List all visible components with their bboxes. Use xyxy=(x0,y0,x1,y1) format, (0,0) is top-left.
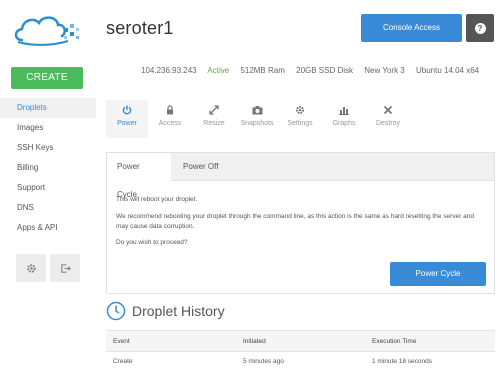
ip-address: 104.236.93.243 xyxy=(141,66,197,75)
gear-icon xyxy=(26,263,36,273)
tab-power-cycle[interactable]: Power Cycle xyxy=(107,153,171,199)
sidebar-item-billing[interactable]: Billing xyxy=(0,158,96,178)
tab-resize-label: Resize xyxy=(203,120,225,127)
power-panel-body: This will reboot your droplet. We recomm… xyxy=(107,181,494,269)
gear-icon xyxy=(296,106,304,114)
tab-graphs[interactable]: Graphs xyxy=(324,100,364,138)
column-header-event: Event xyxy=(113,338,130,345)
table-cell-execution-time: 1 minute 18 seconds xyxy=(372,358,432,365)
tab-power-label: Power xyxy=(117,120,137,127)
tab-destroy-label: Destroy xyxy=(375,120,401,127)
lock-icon xyxy=(167,105,173,115)
help-icon: ? xyxy=(474,22,486,34)
tab-settings[interactable]: Settings xyxy=(280,100,320,138)
sidebar-item-apps-api[interactable]: Apps & API xyxy=(0,218,96,238)
history-header: Droplet History xyxy=(106,299,225,323)
sidebar: CREATE Droplets Images SSH Keys Billing … xyxy=(0,0,96,378)
camera-icon xyxy=(252,106,262,115)
tab-access[interactable]: Access xyxy=(150,100,190,138)
reboot-notice: This will reboot your droplet. xyxy=(116,196,198,203)
sidebar-item-images[interactable]: Images xyxy=(0,118,96,138)
tab-snapshots[interactable]: Snapshots xyxy=(237,100,277,138)
region: New York 3 xyxy=(364,66,405,75)
logout-icon xyxy=(60,263,71,273)
tab-power[interactable]: Power xyxy=(106,100,148,138)
close-icon xyxy=(383,105,393,115)
reboot-confirm-question: Do you wish to proceed? xyxy=(116,239,188,247)
settings-button[interactable] xyxy=(16,254,46,282)
sidebar-item-support[interactable]: Support xyxy=(0,178,96,198)
power-icon xyxy=(122,105,132,115)
history-table: Event Initiated Execution Time Create 5 … xyxy=(106,330,495,372)
create-button[interactable]: CREATE xyxy=(11,67,83,89)
sidebar-nav: Droplets Images SSH Keys Billing Support… xyxy=(0,98,96,238)
power-cycle-button[interactable]: Power Cycle xyxy=(390,262,486,286)
power-panel-tabs: Power Cycle Power Off xyxy=(107,153,494,199)
reboot-warning: We recommend rebooting your droplet thro… xyxy=(116,212,474,230)
ram-size: 512MB Ram xyxy=(240,66,285,75)
table-header: Event Initiated Execution Time xyxy=(106,330,495,352)
droplet-info-bar: 104.236.93.243 Active 512MB Ram 20GB SSD… xyxy=(141,66,488,75)
os-image: Ubuntu 14.04 x64 xyxy=(415,66,480,75)
column-header-execution-time: Execution Time xyxy=(372,338,417,345)
console-access-button[interactable]: Console Access xyxy=(361,14,462,42)
droplet-name: seroter1 xyxy=(106,18,174,38)
tab-graphs-label: Graphs xyxy=(332,120,356,127)
logout-button[interactable] xyxy=(50,254,80,282)
table-cell-event: Create xyxy=(113,358,133,365)
tab-destroy[interactable]: Destroy xyxy=(368,100,408,138)
sidebar-item-dns[interactable]: DNS xyxy=(0,198,96,218)
tab-settings-label: Settings xyxy=(287,120,313,127)
table-cell-initiated: 5 minutes ago xyxy=(243,358,284,365)
clock-icon xyxy=(106,301,126,321)
column-header-initiated: Initiated xyxy=(243,338,266,345)
tab-power-off[interactable]: Power Off xyxy=(173,153,228,181)
help-button[interactable]: ? xyxy=(466,14,494,42)
sidebar-item-droplets[interactable]: Droplets xyxy=(0,98,96,118)
resize-icon xyxy=(209,105,219,115)
tab-resize[interactable]: Resize xyxy=(194,100,234,138)
status-badge: Active xyxy=(207,66,230,75)
table-row: Create 5 minutes ago 1 minute 18 seconds xyxy=(106,352,495,372)
sidebar-item-ssh-keys[interactable]: SSH Keys xyxy=(0,138,96,158)
tab-access-label: Access xyxy=(158,120,182,127)
logo xyxy=(14,16,79,46)
history-title: Droplet History xyxy=(132,303,225,319)
power-panel: Power Cycle Power Off This will reboot y… xyxy=(106,152,495,294)
tab-snapshots-label: Snapshots xyxy=(240,120,274,127)
disk-size: 20GB SSD Disk xyxy=(296,66,354,75)
bar-chart-icon xyxy=(339,107,349,115)
